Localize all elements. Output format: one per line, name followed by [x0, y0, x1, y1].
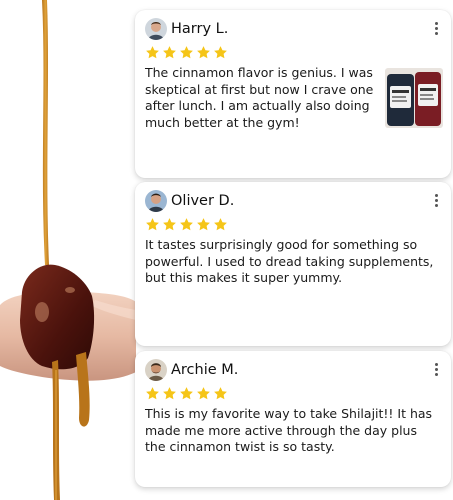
product-photo[interactable] — [385, 68, 443, 128]
reviewer-name: Harry L. — [171, 21, 229, 37]
testimonial-scene: Harry L. The cinnamon flavor is genius. … — [0, 0, 453, 500]
reviewer-name: Archie M. — [171, 362, 239, 378]
more-vertical-icon[interactable] — [431, 190, 441, 210]
avatar — [145, 18, 167, 40]
star-icon — [214, 387, 227, 400]
avatar — [145, 190, 167, 212]
star-icon — [146, 46, 159, 59]
star-icon — [180, 46, 193, 59]
reviewer-name: Oliver D. — [171, 193, 235, 209]
more-vertical-icon[interactable] — [431, 359, 441, 379]
star-icon — [214, 46, 227, 59]
star-icon — [163, 387, 176, 400]
review-text: It tastes surprisingly good for somethin… — [145, 237, 434, 285]
star-icon — [197, 387, 210, 400]
star-icon — [214, 218, 227, 231]
star-icon — [163, 46, 176, 59]
review-text: This is my favorite way to take Shilajit… — [145, 406, 433, 454]
star-icon — [197, 46, 210, 59]
star-icon — [180, 387, 193, 400]
more-vertical-icon[interactable] — [431, 18, 441, 38]
star-icon — [197, 218, 210, 231]
star-rating — [145, 386, 228, 401]
honey-stream — [42, 0, 49, 265]
review-card: Archie M. This is my favorite way to tak… — [135, 351, 451, 487]
star-icon — [163, 218, 176, 231]
star-icon — [146, 218, 159, 231]
review-text: The cinnamon flavor is genius. I was ske… — [145, 65, 374, 130]
star-icon — [180, 218, 193, 231]
star-icon — [146, 387, 159, 400]
review-card: Oliver D. It tastes surprisingly good fo… — [135, 182, 451, 346]
avatar — [145, 359, 167, 381]
star-rating — [145, 217, 228, 232]
review-card: Harry L. The cinnamon flavor is genius. … — [135, 10, 451, 178]
star-rating — [145, 45, 228, 60]
